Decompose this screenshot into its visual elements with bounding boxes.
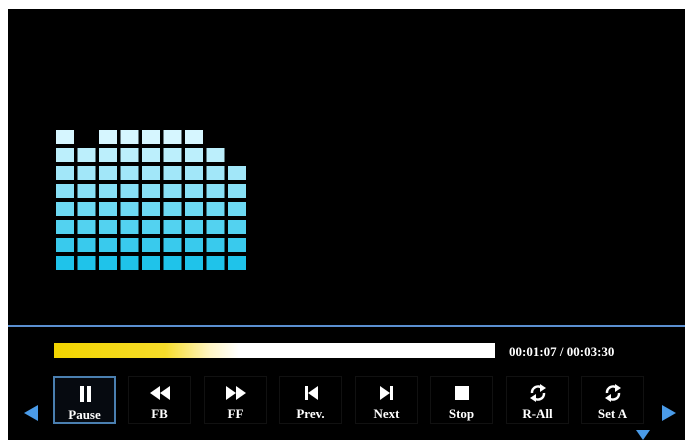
spectrum-cell <box>142 238 160 252</box>
stop-button[interactable]: Stop <box>430 376 493 424</box>
spectrum-cell <box>206 220 225 234</box>
spectrum-cell <box>163 130 182 144</box>
spectrum-cell <box>77 166 96 180</box>
control-bar-divider <box>8 325 685 327</box>
spectrum-cell <box>99 130 117 144</box>
spectrum-cell <box>56 148 74 162</box>
spectrum-cell <box>228 238 246 252</box>
spectrum-cell <box>185 130 203 144</box>
spectrum-cell <box>163 256 182 270</box>
spectrum-cell <box>163 238 182 252</box>
spectrum-cell <box>228 184 246 198</box>
spectrum-cell <box>142 184 160 198</box>
fast-forward-icon <box>225 386 246 400</box>
down-arrow-icon[interactable] <box>635 430 651 440</box>
spectrum-cell <box>206 148 225 162</box>
spectrum-cell <box>185 256 203 270</box>
spectrum-cell <box>77 202 96 216</box>
spectrum-cell <box>56 202 74 216</box>
spectrum-cell <box>120 256 139 270</box>
spectrum-cell <box>142 166 160 180</box>
spectrum-cell <box>228 202 246 216</box>
audio-spectrum-visualizer <box>56 130 246 270</box>
spectrum-cell <box>77 148 96 162</box>
fast-backward-button[interactable]: FB <box>128 376 191 424</box>
previous-button[interactable]: Prev. <box>279 376 342 424</box>
spectrum-cell <box>206 184 225 198</box>
spectrum-cell <box>185 220 203 234</box>
set-a-button[interactable]: Set A <box>581 376 644 424</box>
spectrum-cell <box>142 256 160 270</box>
spectrum-cell <box>56 256 74 270</box>
spectrum-cell <box>163 202 182 216</box>
spectrum-cell <box>185 238 203 252</box>
spectrum-cell <box>77 238 96 252</box>
spectrum-cell <box>120 202 139 216</box>
rewind-icon <box>149 386 170 400</box>
left-arrow-icon[interactable] <box>22 405 40 421</box>
previous-track-icon <box>304 386 318 400</box>
spectrum-cell <box>185 184 203 198</box>
repeat-all-icon <box>529 384 546 402</box>
spectrum-cell <box>185 202 203 216</box>
spectrum-cell <box>120 184 139 198</box>
spectrum-cell <box>56 238 74 252</box>
time-display: 00:01:07 / 00:03:30 <box>509 344 615 359</box>
spectrum-cell <box>56 166 74 180</box>
spectrum-cell <box>99 220 117 234</box>
spectrum-cell <box>120 130 139 144</box>
spectrum-cell <box>142 148 160 162</box>
spectrum-cell <box>99 256 117 270</box>
spectrum-cell <box>56 220 74 234</box>
stop-icon <box>454 386 469 400</box>
spectrum-cell <box>228 166 246 180</box>
spectrum-cell <box>120 238 139 252</box>
spectrum-cell <box>56 130 74 144</box>
progress-fill <box>54 343 240 358</box>
spectrum-cell <box>120 220 139 234</box>
spectrum-cell <box>77 184 96 198</box>
spectrum-cell <box>142 202 160 216</box>
spectrum-cell <box>120 148 139 162</box>
spectrum-cell <box>228 256 246 270</box>
progress-bar[interactable] <box>54 343 495 358</box>
spectrum-cell <box>163 148 182 162</box>
next-button[interactable]: Next <box>355 376 418 424</box>
spectrum-cell <box>99 166 117 180</box>
spectrum-cell <box>206 202 225 216</box>
spectrum-cell <box>163 166 182 180</box>
fast-forward-button[interactable]: FF <box>204 376 267 424</box>
right-arrow-icon[interactable] <box>660 405 678 421</box>
spectrum-cell <box>142 130 160 144</box>
repeat-ab-icon <box>604 384 621 402</box>
repeat-all-button[interactable]: R-All <box>506 376 569 424</box>
next-track-icon <box>379 386 393 400</box>
spectrum-cell <box>56 184 74 198</box>
spectrum-cell <box>99 148 117 162</box>
spectrum-cell <box>120 166 139 180</box>
pause-icon <box>79 386 91 402</box>
spectrum-cell <box>228 220 246 234</box>
spectrum-cell <box>206 166 225 180</box>
spectrum-cell <box>99 202 117 216</box>
spectrum-cell <box>77 220 96 234</box>
spectrum-cell <box>99 184 117 198</box>
pause-button[interactable]: Pause <box>53 376 116 424</box>
spectrum-cell <box>185 166 203 180</box>
spectrum-cell <box>142 220 160 234</box>
spectrum-cell <box>77 256 96 270</box>
spectrum-cell <box>185 148 203 162</box>
spectrum-cell <box>163 220 182 234</box>
player-screen: 00:01:07 / 00:03:30 Pause FB FF Prev. Ne… <box>8 9 685 440</box>
spectrum-cell <box>163 184 182 198</box>
spectrum-cell <box>206 238 225 252</box>
spectrum-cell <box>99 238 117 252</box>
spectrum-cell <box>206 256 225 270</box>
